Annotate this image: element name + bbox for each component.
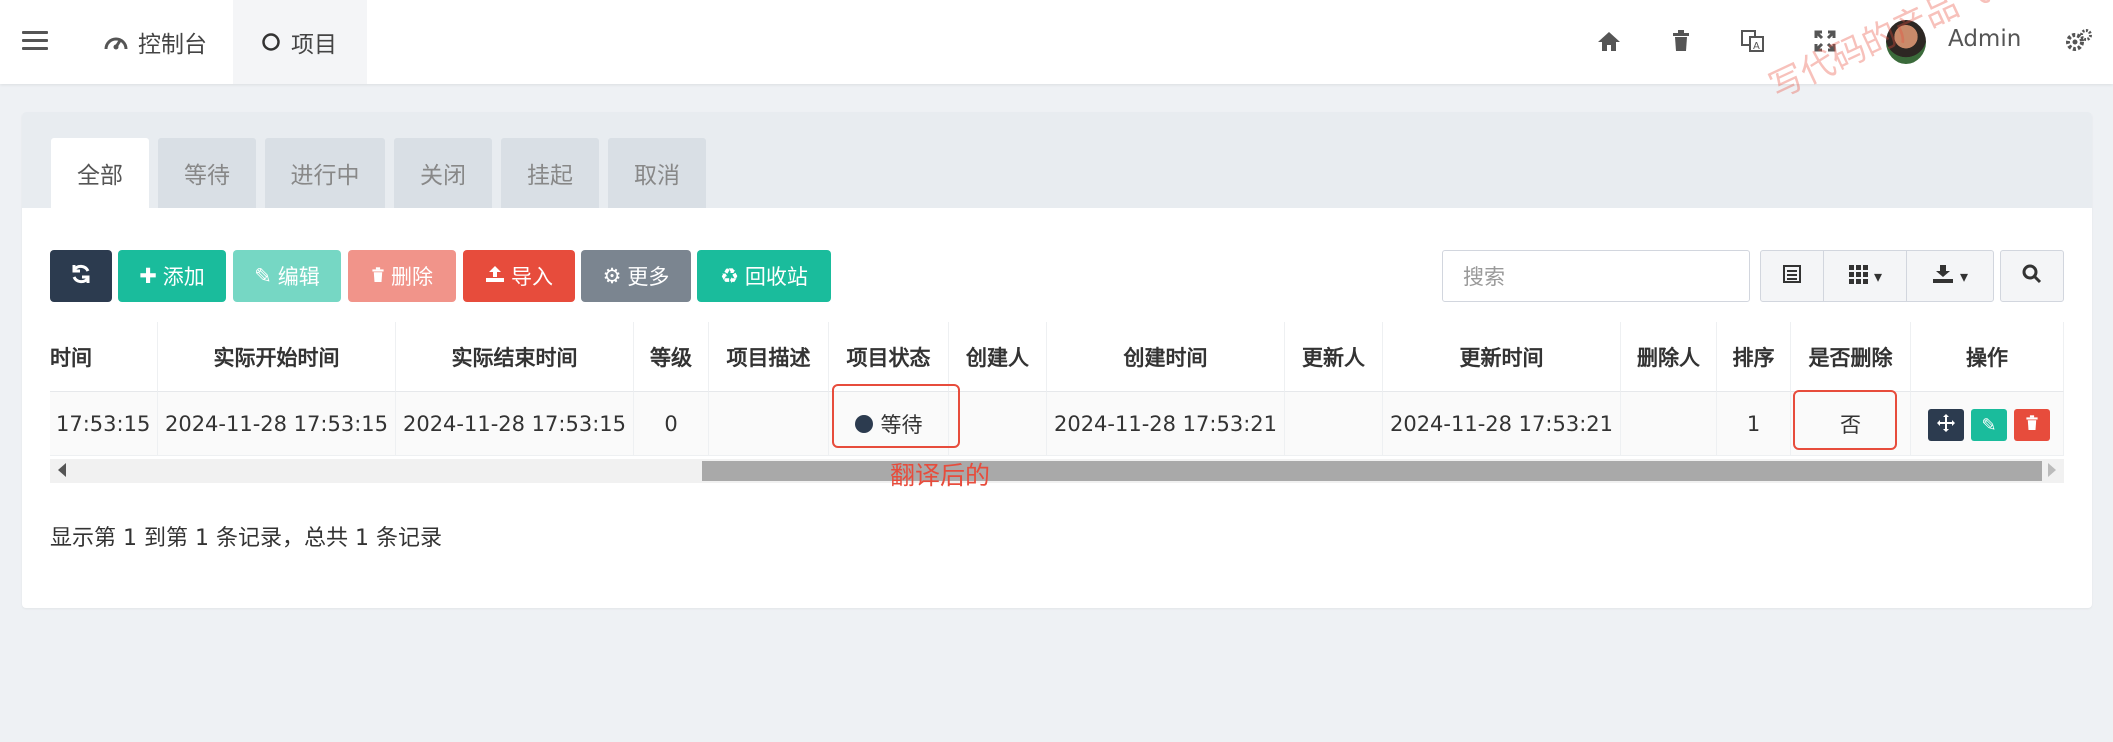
circle-icon bbox=[261, 32, 281, 52]
table-cell bbox=[1621, 392, 1717, 456]
search-button[interactable] bbox=[2000, 250, 2064, 302]
add-label: 添加 bbox=[162, 265, 205, 289]
svg-text:A: A bbox=[1753, 41, 1760, 52]
table-cell: 2024-11-28 17:53:15 bbox=[396, 392, 634, 456]
annotation-text: 翻译后的 bbox=[890, 461, 991, 490]
gear-icon: ⚙ bbox=[602, 264, 622, 288]
pencil-icon: ✎ bbox=[1981, 414, 1997, 436]
status-tab-waiting[interactable]: 等待 bbox=[158, 138, 256, 208]
col-header-actual-start[interactable]: 实际开始时间 bbox=[158, 322, 396, 392]
col-header-updated-at[interactable]: 更新时间 bbox=[1383, 322, 1621, 392]
move-icon bbox=[1937, 414, 1955, 436]
list-icon bbox=[1782, 264, 1802, 288]
col-header-actual-end[interactable]: 实际结束时间 bbox=[396, 322, 634, 392]
row-delete-button[interactable] bbox=[2014, 409, 2050, 441]
horizontal-scrollbar[interactable] bbox=[50, 459, 2064, 483]
col-header-creator[interactable]: 创建人 bbox=[949, 322, 1047, 392]
status-tab-in-progress[interactable]: 进行中 bbox=[265, 138, 385, 208]
nav-tab-label: 项目 bbox=[291, 32, 337, 58]
pencil-icon: ✎ bbox=[254, 264, 272, 288]
grid-icon bbox=[1848, 264, 1868, 288]
trash-icon bbox=[2025, 415, 2039, 435]
recycle-bin-button[interactable]: ♻ 回收站 bbox=[697, 250, 831, 302]
col-header-updater[interactable]: 更新人 bbox=[1285, 322, 1383, 392]
home-icon[interactable] bbox=[1594, 26, 1624, 56]
col-header-is-deleted[interactable]: 是否删除 bbox=[1791, 322, 1911, 392]
trash-icon[interactable] bbox=[1666, 26, 1696, 56]
nav-tab-label: 控制台 bbox=[138, 32, 207, 58]
row-edit-button[interactable]: ✎ bbox=[1971, 409, 2007, 441]
search-input[interactable]: 搜索 bbox=[1442, 250, 1750, 302]
delete-button[interactable]: 删除 bbox=[348, 250, 456, 302]
trash-icon bbox=[371, 264, 385, 288]
export-dropdown-button[interactable]: ▾ bbox=[1906, 250, 1994, 302]
nav-tab-project[interactable]: 项目 bbox=[233, 0, 367, 84]
edit-button[interactable]: ✎ 编辑 bbox=[233, 250, 341, 302]
import-label: 导入 bbox=[511, 265, 553, 289]
table-cell bbox=[949, 392, 1047, 456]
import-button[interactable]: 导入 bbox=[463, 250, 575, 302]
pagination-info: 显示第 1 到第 1 条记录，总共 1 条记录 bbox=[50, 526, 442, 551]
menu-toggle-icon[interactable] bbox=[22, 28, 48, 52]
plus-icon: ✚ bbox=[139, 264, 157, 288]
table-cell: 2024-11-28 17:53:21 bbox=[1383, 392, 1621, 456]
table-cell bbox=[1285, 392, 1383, 456]
table-cell: 17:53:15 bbox=[50, 392, 158, 456]
col-header-deleter[interactable]: 删除人 bbox=[1621, 322, 1717, 392]
dashboard-icon bbox=[104, 31, 128, 53]
more-label: 更多 bbox=[627, 265, 670, 289]
table-cell: 2024-11-28 17:53:15 bbox=[158, 392, 396, 456]
recycle-icon: ♻ bbox=[720, 264, 739, 288]
username[interactable]: Admin bbox=[1948, 26, 2021, 52]
annotation-box-status bbox=[832, 384, 960, 448]
col-header-status[interactable]: 项目状态 bbox=[829, 322, 949, 392]
col-header-time[interactable]: 时间 bbox=[50, 322, 158, 392]
caret-down-icon: ▾ bbox=[1873, 266, 1883, 286]
annotation-box-deleted bbox=[1793, 390, 1897, 450]
refresh-icon bbox=[70, 263, 92, 290]
col-header-level[interactable]: 等级 bbox=[634, 322, 709, 392]
more-button[interactable]: ⚙ 更多 bbox=[581, 250, 691, 302]
scroll-right-icon[interactable] bbox=[2048, 463, 2056, 477]
recycle-label: 回收站 bbox=[744, 265, 808, 289]
scroll-left-icon[interactable] bbox=[58, 463, 66, 477]
edit-label: 编辑 bbox=[277, 265, 320, 289]
nav-tab-dashboard[interactable]: 控制台 bbox=[76, 0, 235, 84]
gears-icon[interactable] bbox=[2064, 26, 2094, 56]
table-cell bbox=[709, 392, 829, 456]
upload-icon bbox=[485, 264, 505, 288]
table-cell: 1 bbox=[1717, 392, 1791, 456]
col-header-sort[interactable]: 排序 bbox=[1717, 322, 1791, 392]
status-tab-all[interactable]: 全部 bbox=[51, 138, 149, 208]
refresh-button[interactable] bbox=[50, 250, 112, 302]
search-icon bbox=[2022, 264, 2042, 288]
status-tab-closed[interactable]: 关闭 bbox=[394, 138, 492, 208]
add-button[interactable]: ✚ 添加 bbox=[118, 250, 226, 302]
table-cell: 0 bbox=[634, 392, 709, 456]
caret-down-icon: ▾ bbox=[1959, 266, 1969, 286]
table-cell: 2024-11-28 17:53:21 bbox=[1047, 392, 1285, 456]
translate-icon[interactable]: A bbox=[1738, 26, 1768, 56]
columns-dropdown-button[interactable]: ▾ bbox=[1823, 250, 1907, 302]
move-button[interactable] bbox=[1928, 409, 1964, 441]
col-header-actions: 操作 bbox=[1911, 322, 2064, 392]
status-tab-suspended[interactable]: 挂起 bbox=[501, 138, 599, 208]
status-tabbar: 全部 等待 进行中 关闭 挂起 取消 bbox=[22, 112, 2092, 208]
status-tab-cancelled[interactable]: 取消 bbox=[608, 138, 706, 208]
col-header-created-at[interactable]: 创建时间 bbox=[1047, 322, 1285, 392]
main-panel: 全部 等待 进行中 关闭 挂起 取消 ✚ 添加 ✎ 编辑 删除 导入 ⚙ 更多 … bbox=[22, 112, 2092, 608]
download-icon bbox=[1932, 264, 1954, 288]
col-header-description[interactable]: 项目描述 bbox=[709, 322, 829, 392]
toggle-view-button[interactable] bbox=[1760, 250, 1824, 302]
delete-label: 删除 bbox=[391, 265, 433, 289]
